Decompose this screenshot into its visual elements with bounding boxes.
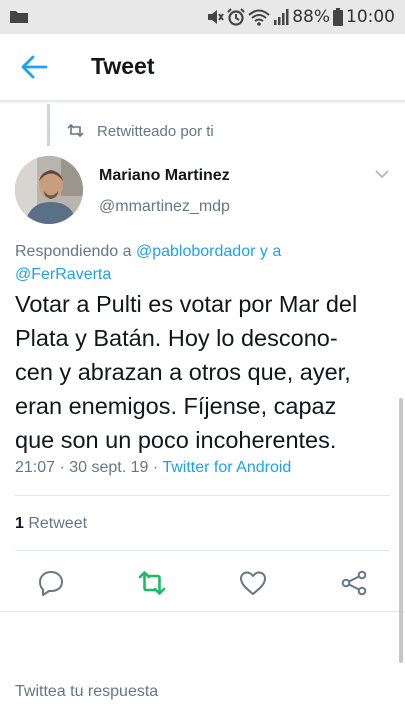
tweet-source-link[interactable]: Twitter for Android bbox=[162, 459, 291, 476]
mute-icon bbox=[208, 10, 225, 24]
mention-link[interactable]: @FerRaverta bbox=[15, 266, 111, 283]
scrollbar[interactable] bbox=[399, 398, 403, 663]
back-arrow-icon[interactable] bbox=[20, 54, 48, 80]
replying-to-joiner: y a bbox=[255, 243, 282, 260]
reply-icon[interactable] bbox=[37, 570, 65, 596]
tweet-time: 21:07 · 30 sept. 19 · bbox=[15, 459, 163, 476]
replying-to-prefix: Respondiendo a bbox=[15, 243, 136, 260]
retweet-icon[interactable] bbox=[138, 570, 166, 596]
wifi-icon bbox=[248, 9, 270, 26]
signal-icon bbox=[274, 9, 289, 25]
retweet-stats[interactable]: 1 Retweet bbox=[15, 515, 87, 533]
folder-icon bbox=[10, 11, 28, 23]
app-bar: Tweet bbox=[0, 34, 405, 100]
replying-to: Respondiendo a @pablobordador y a @FerRa… bbox=[15, 240, 315, 286]
battery-icon bbox=[333, 8, 343, 26]
share-icon[interactable] bbox=[340, 570, 368, 596]
divider bbox=[0, 611, 405, 612]
reply-input[interactable]: Twittea tu respuesta bbox=[15, 683, 158, 701]
chevron-down-icon[interactable] bbox=[374, 168, 390, 180]
divider bbox=[15, 495, 390, 496]
page-title: Tweet bbox=[91, 53, 155, 79]
divider bbox=[15, 550, 390, 551]
author-name[interactable]: Mariano Martinez bbox=[99, 167, 230, 185]
clock: 10:00 bbox=[346, 7, 395, 27]
retweet-count-label: Retweet bbox=[23, 515, 88, 532]
status-icons: 88% 10:00 bbox=[207, 6, 395, 28]
thread-line bbox=[47, 104, 50, 146]
tweet-text: Votar a Pulti es votar por Mar del Plata… bbox=[15, 291, 358, 453]
avatar[interactable] bbox=[15, 156, 83, 224]
avatar-image bbox=[15, 156, 83, 224]
app-bar-shadow bbox=[0, 100, 405, 104]
reply-box[interactable]: Twittea tu respuesta bbox=[0, 658, 405, 720]
tweet-timestamp: 21:07 · 30 sept. 19 · Twitter for Androi… bbox=[15, 459, 291, 477]
alarm-icon bbox=[227, 8, 245, 26]
retweet-count: 1 bbox=[15, 515, 24, 532]
status-bar: 88% 10:00 bbox=[0, 0, 405, 34]
author-handle[interactable]: @mmartinez_mdp bbox=[99, 198, 230, 216]
mention-link[interactable]: @pablobordador bbox=[136, 243, 255, 260]
like-icon[interactable] bbox=[239, 570, 267, 596]
retweeted-by-label: Retwitteado por ti bbox=[97, 123, 214, 140]
retweet-small-icon bbox=[67, 124, 84, 137]
battery-percent: 88% bbox=[292, 7, 330, 27]
